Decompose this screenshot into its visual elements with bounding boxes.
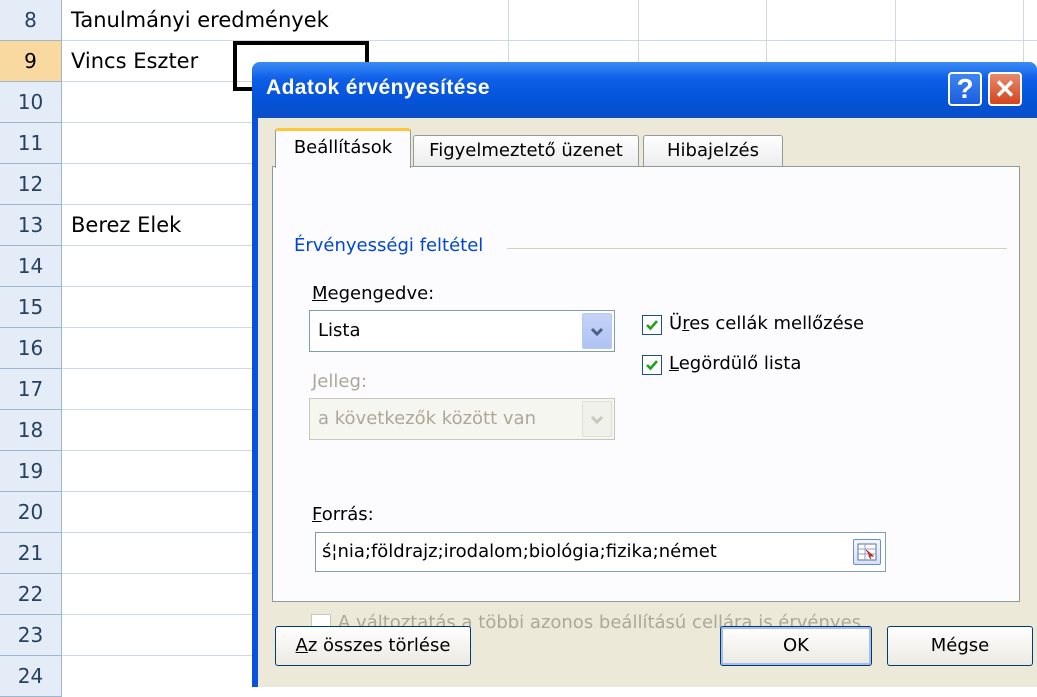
source-label-mnemonic: F bbox=[312, 504, 322, 525]
row-header-17[interactable]: 17 bbox=[0, 369, 62, 410]
ignore-blank-label[interactable]: Üres cellák mellőzése bbox=[669, 313, 864, 334]
ignore-blank-label-pre: Ü bbox=[669, 313, 683, 334]
dialog-title-bar[interactable]: Adatok érvényesítése ? ✕ bbox=[252, 62, 1037, 118]
row-header-20[interactable]: 20 bbox=[0, 492, 62, 533]
source-input[interactable]: ś¦nia;földrajz;irodalom;biológia;fizika;… bbox=[315, 532, 886, 572]
tab-input-message[interactable]: Figyelmeztető üzenet bbox=[413, 135, 639, 167]
range-select-icon bbox=[857, 543, 877, 561]
row-header-24[interactable]: 24 bbox=[0, 656, 62, 697]
row-header-23[interactable]: 23 bbox=[0, 615, 62, 656]
ignore-blank-checkbox[interactable] bbox=[642, 315, 662, 335]
help-icon: ? bbox=[956, 73, 974, 104]
allow-select-value: Lista bbox=[318, 320, 361, 341]
source-label-text: orrás: bbox=[321, 504, 374, 525]
in-cell-dropdown-label-mnemonic: L bbox=[669, 353, 679, 374]
row-header-15[interactable]: 15 bbox=[0, 287, 62, 328]
allow-label-text: egengedve: bbox=[327, 283, 435, 304]
close-button[interactable]: ✕ bbox=[988, 72, 1022, 106]
validation-criteria-label: Érvényességi feltétel bbox=[294, 235, 484, 256]
in-cell-dropdown-label-text: egördülő lista bbox=[678, 353, 802, 374]
in-cell-dropdown-label[interactable]: Legördülő lista bbox=[669, 353, 801, 374]
cell-a9[interactable]: Vincs Eszter bbox=[71, 41, 198, 81]
help-button[interactable]: ? bbox=[948, 72, 982, 106]
data-dropdown-button[interactable] bbox=[582, 401, 612, 437]
collapse-dialog-button[interactable] bbox=[853, 539, 881, 565]
allow-label-mnemonic: M bbox=[312, 283, 328, 304]
tab-settings[interactable]: Beállítások bbox=[275, 128, 411, 168]
chevron-down-icon bbox=[590, 415, 604, 425]
data-select[interactable]: a következők között van bbox=[309, 398, 615, 440]
row-header-9[interactable]: 9 bbox=[0, 41, 62, 82]
settings-panel: Érvényességi feltétel Megengedve: Lista … bbox=[272, 166, 1020, 634]
ok-button[interactable]: OK bbox=[720, 626, 872, 666]
close-icon: ✕ bbox=[994, 74, 1016, 104]
row-header-21[interactable]: 21 bbox=[0, 533, 62, 574]
source-label: Forrás: bbox=[312, 504, 374, 525]
cancel-button[interactable]: Mégse bbox=[887, 626, 1033, 666]
dialog-title: Adatok érvényesítése bbox=[266, 76, 490, 99]
clear-all-text: z összes törlése bbox=[307, 635, 451, 656]
clear-all-button[interactable]: Az összes törlése bbox=[275, 626, 471, 666]
row-header-18[interactable]: 18 bbox=[0, 410, 62, 451]
cell-a8[interactable]: Tanulmányi eredmények bbox=[71, 0, 329, 40]
data-select-value: a következők között van bbox=[318, 408, 536, 429]
row-header-8[interactable]: 8 bbox=[0, 0, 62, 41]
row-header-22[interactable]: 22 bbox=[0, 574, 62, 615]
ignore-blank-label-post: es cellák mellőzése bbox=[689, 313, 865, 334]
row-gridline bbox=[62, 40, 1037, 41]
row-header-14[interactable]: 14 bbox=[0, 246, 62, 287]
group-divider bbox=[507, 248, 1007, 249]
checkmark-icon bbox=[646, 320, 658, 331]
allow-select[interactable]: Lista bbox=[309, 310, 615, 352]
row-header-16[interactable]: 16 bbox=[0, 328, 62, 369]
clear-all-mnemonic: A bbox=[295, 635, 308, 656]
chevron-down-icon bbox=[590, 327, 604, 337]
cell-a13[interactable]: Berez Elek bbox=[71, 205, 181, 245]
row-header-11[interactable]: 11 bbox=[0, 123, 62, 164]
checkmark-icon bbox=[646, 360, 658, 371]
data-label: Jelleg: bbox=[312, 371, 367, 392]
allow-dropdown-button[interactable] bbox=[582, 313, 612, 349]
row-header-10[interactable]: 10 bbox=[0, 82, 62, 123]
row-header-19[interactable]: 19 bbox=[0, 451, 62, 492]
source-input-value: ś¦nia;földrajz;irodalom;biológia;fizika;… bbox=[322, 541, 717, 562]
row-header-13[interactable]: 13 bbox=[0, 205, 62, 246]
row-header-12[interactable]: 12 bbox=[0, 164, 62, 205]
allow-label: Megengedve: bbox=[312, 283, 434, 304]
dialog-client-area: Beállítások Figyelmeztető üzenet Hibajel… bbox=[258, 118, 1037, 687]
tab-error-alert[interactable]: Hibajelzés bbox=[643, 135, 783, 167]
data-validation-dialog: Adatok érvényesítése ? ✕ Beállítások Fig… bbox=[252, 62, 1037, 687]
in-cell-dropdown-checkbox[interactable] bbox=[642, 355, 662, 375]
